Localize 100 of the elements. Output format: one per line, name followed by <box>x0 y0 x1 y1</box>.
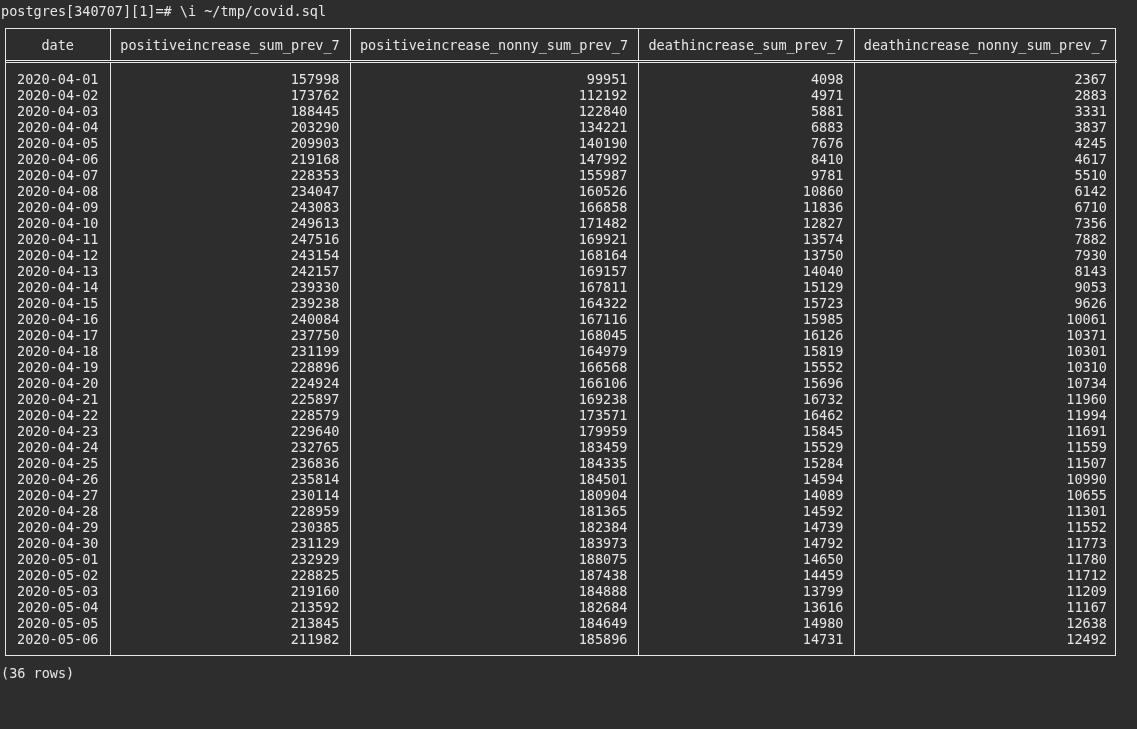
table-cell: 11552 <box>1066 519 1107 535</box>
table-cell: 230385 <box>290 519 340 535</box>
table-cell: 2020-04-09 <box>17 199 99 215</box>
table-cell: 183973 <box>578 535 628 551</box>
table-cell: 14040 <box>802 263 844 279</box>
table-cell: 2883 <box>1074 87 1107 103</box>
table-cell: 7930 <box>1074 247 1107 263</box>
table-cell: 219168 <box>290 151 340 167</box>
table-cell: 2020-04-11 <box>17 231 99 247</box>
table-cell: 10301 <box>1066 343 1107 359</box>
table-cell: 184335 <box>578 455 628 471</box>
table-cell: 16732 <box>802 391 844 407</box>
table-cell: 232765 <box>290 439 340 455</box>
table-cell: 4098 <box>811 71 844 87</box>
table-cell: 16462 <box>802 407 844 423</box>
table-cell: 157998 <box>290 71 340 87</box>
table-cell: 225897 <box>290 391 340 407</box>
table-cell: 11780 <box>1066 551 1107 567</box>
table-cell: 2020-04-04 <box>17 119 99 135</box>
column-header: positiveincrease_sum_prev_7 <box>120 36 340 53</box>
table-cell: 2020-04-03 <box>17 103 99 119</box>
table-cell: 2020-04-15 <box>17 295 99 311</box>
table-cell: 99951 <box>586 71 628 87</box>
table-cell: 2020-04-22 <box>17 407 99 423</box>
table-cell: 2020-04-23 <box>17 423 99 439</box>
table-cell: 180904 <box>578 487 628 503</box>
table-cell: 219160 <box>290 583 340 599</box>
table-cell: 15985 <box>802 311 844 327</box>
table-cell: 182384 <box>578 519 628 535</box>
table-cell: 3837 <box>1074 119 1107 135</box>
table-cell: 167116 <box>578 311 628 327</box>
table-cell: 147992 <box>578 151 628 167</box>
table-cell: 224924 <box>290 375 340 391</box>
table-cell: 12827 <box>802 215 844 231</box>
table-cell: 228579 <box>290 407 340 423</box>
table-cell: 2020-04-06 <box>17 151 99 167</box>
table-cell: 160526 <box>578 183 628 199</box>
table-cell: 12638 <box>1066 615 1107 631</box>
table-cell: 230114 <box>290 487 340 503</box>
table-cell: 15552 <box>802 359 844 375</box>
table-cell: 14792 <box>802 535 844 551</box>
table-cell: 7882 <box>1074 231 1107 247</box>
table-cell: 13750 <box>802 247 844 263</box>
table-cell: 229640 <box>290 423 340 439</box>
table-cell: 183459 <box>578 439 628 455</box>
table-cell: 14739 <box>802 519 844 535</box>
table-cell: 166568 <box>578 359 628 375</box>
table-cell: 10990 <box>1066 471 1107 487</box>
table-cell: 182684 <box>578 599 628 615</box>
table-cell: 11209 <box>1066 583 1107 599</box>
table-cell: 249613 <box>290 215 340 231</box>
table-cell: 11167 <box>1066 599 1107 615</box>
table-cell: 4245 <box>1074 135 1107 151</box>
table-cell: 2020-04-18 <box>17 343 99 359</box>
table-cell: 9626 <box>1074 295 1107 311</box>
table-cell: 8410 <box>811 151 844 167</box>
table-cell: 15129 <box>802 279 844 295</box>
table-cell: 14089 <box>802 487 844 503</box>
column-header: deathincrease_sum_prev_7 <box>648 36 844 53</box>
table-cell: 155987 <box>578 167 628 183</box>
table-cell: 13616 <box>802 599 844 615</box>
table-cell: 167811 <box>578 279 628 295</box>
table-cell: 6142 <box>1074 183 1107 199</box>
table-cell: 213845 <box>290 615 340 631</box>
table-cell: 2020-04-08 <box>17 183 99 199</box>
table-cell: 237750 <box>290 327 340 343</box>
table-cell: 122840 <box>578 103 628 119</box>
table-cell: 2020-04-14 <box>17 279 99 295</box>
table-cell: 239330 <box>290 279 340 295</box>
table-cell: 240084 <box>290 311 340 327</box>
table-cell: 10655 <box>1066 487 1107 503</box>
table-cell: 213592 <box>290 599 340 615</box>
table-cell: 11994 <box>1066 407 1107 423</box>
table-cell: 2020-05-02 <box>17 567 99 583</box>
table-cell: 231199 <box>290 343 340 359</box>
table-cell: 169238 <box>578 391 628 407</box>
table-cell: 203290 <box>290 119 340 135</box>
column-header: positiveincrease_nonny_sum_prev_7 <box>359 36 629 53</box>
table-cell: 2020-04-25 <box>17 455 99 471</box>
table-cell: 247516 <box>290 231 340 247</box>
table-cell: 228959 <box>290 503 340 519</box>
table-cell: 15696 <box>802 375 844 391</box>
table-cell: 2020-05-06 <box>17 631 99 647</box>
table-cell: 2020-04-01 <box>17 71 99 87</box>
table-cell: 164979 <box>578 343 628 359</box>
table-cell: 14594 <box>802 471 844 487</box>
table-cell: 164322 <box>578 295 628 311</box>
table-cell: 14592 <box>802 503 844 519</box>
table-cell: 11836 <box>802 199 844 215</box>
table-cell: 10734 <box>1066 375 1107 391</box>
table-cell: 16126 <box>802 327 844 343</box>
table-cell: 15723 <box>802 295 844 311</box>
table-cell: 181365 <box>578 503 628 519</box>
table-cell: 188445 <box>290 103 340 119</box>
table-cell: 2020-04-16 <box>17 311 99 327</box>
table-cell: 14459 <box>802 567 844 583</box>
table-cell: 2020-04-19 <box>17 359 99 375</box>
table-cell: 2020-04-28 <box>17 503 99 519</box>
row-count: (36 rows) <box>0 665 75 681</box>
table-cell: 15284 <box>802 455 844 471</box>
